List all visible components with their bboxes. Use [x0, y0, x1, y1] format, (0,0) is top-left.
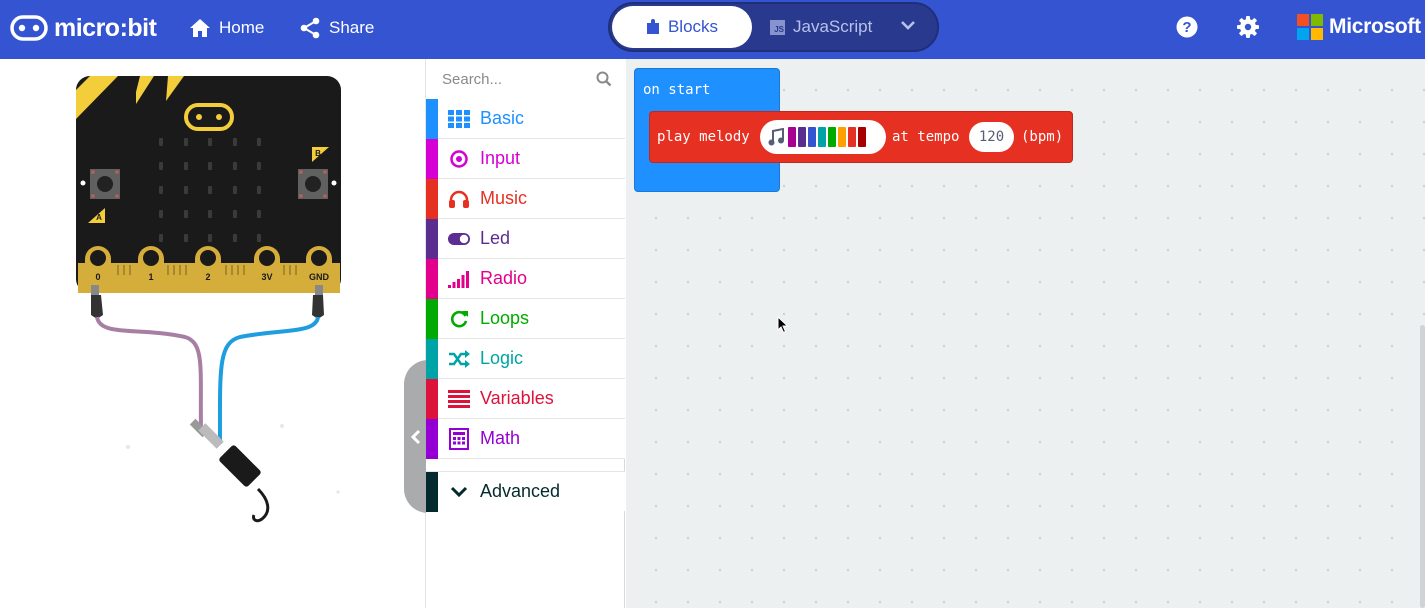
category-input[interactable]: Input [426, 138, 625, 179]
category-radio[interactable]: Radio [426, 258, 625, 299]
vertical-scrollbar[interactable] [1420, 325, 1425, 608]
category-led[interactable]: Led [426, 218, 625, 259]
share-icon [300, 17, 320, 39]
category-label: Loops [480, 308, 530, 328]
music-note-icon [768, 128, 784, 146]
chevron-down-icon [901, 21, 915, 30]
help-icon: ? [1176, 16, 1198, 38]
category-label: Radio [480, 268, 528, 288]
home-label: Home [219, 18, 265, 37]
play-melody-label: play melody [657, 129, 750, 145]
category-label: Basic [480, 108, 525, 128]
category-color-bar [426, 378, 438, 419]
category-label: Logic [480, 348, 524, 368]
pin-2-label: 2 [205, 272, 210, 282]
microsoft-logo[interactable]: Microsoft [1297, 14, 1421, 40]
category-loops[interactable]: Loops [426, 298, 625, 339]
button-a-label: A [96, 213, 102, 222]
tempo-input[interactable]: 120 [969, 122, 1014, 152]
logo-text: micro:bit [54, 13, 157, 42]
on-start-label: on start [643, 82, 711, 98]
blocks-label: Blocks [667, 17, 719, 36]
javascript-label: JavaScript [793, 17, 873, 36]
toolbox: Basic Input Music Led Radio Loops [426, 59, 625, 608]
category-variables[interactable]: Variables [426, 378, 625, 419]
category-color-bar [426, 471, 438, 512]
gear-icon [1237, 16, 1259, 38]
home-button[interactable]: Home [189, 15, 264, 41]
category-label: Music [480, 188, 528, 208]
category-music[interactable]: Music [426, 178, 625, 219]
microbit-logo-icon [10, 15, 48, 41]
pin-1-label: 1 [148, 272, 153, 282]
category-label: Led [480, 228, 511, 248]
help-button[interactable]: ? [1176, 16, 1198, 43]
puzzle-icon [646, 19, 659, 34]
play-melody-block[interactable]: play melody at tempo 120 (bpm) [649, 111, 1073, 163]
refresh-icon [438, 309, 480, 329]
category-math[interactable]: Math [426, 418, 625, 459]
melody-notes [788, 127, 868, 147]
microsoft-grid-icon [1297, 14, 1323, 40]
pin-0-label: 0 [95, 272, 100, 282]
category-logic[interactable]: Logic [426, 338, 625, 379]
category-color-bar [426, 298, 438, 339]
microsoft-label: Microsoft [1329, 15, 1421, 38]
category-color-bar [426, 138, 438, 179]
grid-icon [438, 109, 480, 128]
mouse-cursor-icon [777, 316, 789, 334]
signal-bars-icon [438, 270, 480, 288]
category-label: Input [480, 148, 521, 168]
search-box [426, 59, 625, 99]
chevron-down-icon [438, 486, 480, 498]
category-color-bar [426, 258, 438, 299]
collapse-simulator-button[interactable] [404, 360, 428, 513]
toggle-icon [438, 232, 480, 246]
chevron-left-icon [410, 429, 421, 444]
category-label: Advanced [480, 481, 561, 501]
category-color-bar [426, 418, 438, 459]
category-label: Math [480, 428, 521, 448]
category-basic[interactable]: Basic [426, 98, 625, 139]
pin-gnd-label: GND [309, 272, 330, 282]
settings-button[interactable] [1237, 16, 1259, 43]
headphones-icon [438, 189, 480, 209]
share-button[interactable]: Share [299, 15, 374, 41]
search-icon[interactable] [596, 71, 612, 87]
blocks-workspace[interactable]: on start play melody at tempo 120 (bpm) [626, 59, 1425, 608]
at-tempo-label: at tempo [892, 129, 960, 145]
javascript-tab[interactable]: JS JavaScript [770, 6, 872, 48]
shuffle-icon [438, 349, 480, 368]
pin-3v-label: 3V [261, 272, 272, 282]
editor-toggle: Blocks JS JavaScript [608, 2, 939, 52]
button-b-label: B [315, 149, 321, 158]
category-color-bar [426, 338, 438, 379]
editor-dropdown-button[interactable] [900, 18, 916, 37]
simulator-panel: A B 0 1 2 3V GND [0, 59, 428, 608]
top-bar: micro:bit Home Share Blocks JS JavaScrip… [0, 0, 1425, 59]
category-color-bar [426, 98, 438, 139]
target-icon [438, 149, 480, 169]
category-color-bar [426, 218, 438, 259]
bpm-label: (bpm) [1021, 129, 1064, 145]
category-advanced[interactable]: Advanced [426, 471, 625, 512]
lines-icon [438, 389, 480, 408]
button-b[interactable] [298, 169, 328, 199]
button-a[interactable] [90, 169, 120, 199]
melody-picker[interactable] [760, 120, 886, 154]
svg-text:?: ? [1182, 19, 1191, 36]
microbit-board[interactable]: A B 0 1 2 3V GND [0, 59, 426, 608]
microbit-logo[interactable]: micro:bit [10, 12, 157, 44]
home-icon [190, 19, 210, 37]
category-color-bar [426, 178, 438, 219]
blocks-tab[interactable]: Blocks [612, 6, 752, 48]
share-label: Share [329, 18, 375, 37]
category-label: Variables [480, 388, 554, 408]
calculator-icon [438, 427, 480, 450]
javascript-icon: JS [770, 19, 785, 35]
